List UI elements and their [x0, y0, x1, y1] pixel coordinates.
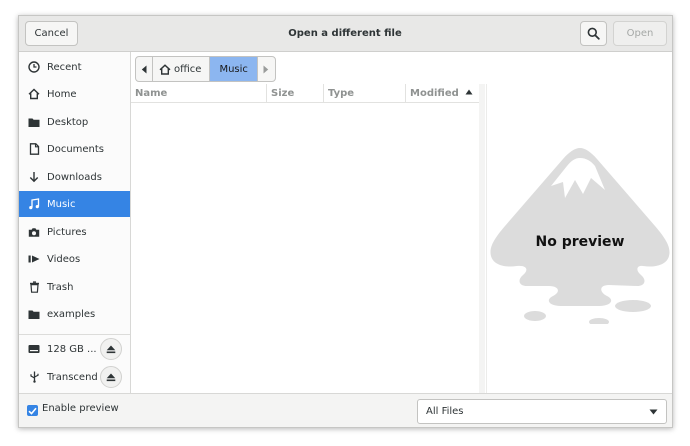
- sidebar-item-videos[interactable]: Videos: [19, 246, 130, 272]
- sidebar-item-label: Home: [47, 88, 77, 100]
- home-icon: [27, 87, 41, 101]
- sidebar-item-label: Recent: [47, 61, 82, 73]
- sort-ascending-icon: [465, 89, 473, 95]
- enable-preview-checkbox[interactable]: [27, 405, 38, 416]
- sidebar-item-recent[interactable]: Recent: [19, 54, 130, 80]
- file-chooser-dialog: Cancel Open a different file Open Recent…: [18, 15, 673, 428]
- music-note-icon: [27, 197, 41, 211]
- sidebar-item-label: Videos: [47, 253, 81, 265]
- path-forward-button[interactable]: [258, 57, 275, 81]
- eject-button[interactable]: [100, 338, 122, 360]
- eject-icon: [106, 373, 116, 381]
- eject-icon: [106, 345, 116, 353]
- path-segment-music[interactable]: Music: [210, 57, 258, 81]
- no-preview-text: No preview: [535, 234, 625, 250]
- column-header-name[interactable]: Name: [131, 84, 267, 103]
- sidebar-item-downloads[interactable]: Downloads: [19, 164, 130, 190]
- preview-pane: No preview: [486, 84, 672, 393]
- path-bar: office Music: [135, 56, 276, 82]
- footer-bar: Enable preview All Files: [19, 393, 672, 427]
- sidebar-item-transcend[interactable]: Transcend: [19, 364, 130, 390]
- download-icon: [27, 170, 41, 184]
- path-back-button[interactable]: [136, 57, 153, 81]
- clock-icon: [27, 60, 41, 74]
- sidebar-item-drive[interactable]: 128 GB ...: [19, 336, 130, 362]
- sidebar-item-label: examples: [47, 308, 96, 320]
- chevron-left-icon: [141, 65, 147, 73]
- chevron-down-icon: [649, 409, 658, 415]
- column-header-type[interactable]: Type: [324, 84, 406, 103]
- sidebar-item-label: Desktop: [47, 116, 89, 128]
- eject-button[interactable]: [100, 366, 122, 388]
- chevron-right-icon: [263, 65, 269, 73]
- sidebar-item-label: Documents: [47, 143, 105, 155]
- camera-icon: [27, 225, 41, 239]
- sidebar-item-trash[interactable]: Trash: [19, 274, 130, 300]
- file-type-filter-select[interactable]: All Files: [417, 399, 667, 424]
- dialog-title: Open a different file: [288, 28, 402, 39]
- search-button[interactable]: [580, 21, 607, 46]
- column-header-size[interactable]: Size: [267, 84, 324, 103]
- sidebar-item-examples[interactable]: examples: [19, 301, 130, 327]
- header-bar: Cancel Open a different file Open: [19, 16, 672, 52]
- column-header-modified[interactable]: Modified: [406, 84, 479, 103]
- path-segment-office[interactable]: office: [153, 57, 211, 81]
- file-list-scrollbar[interactable]: [479, 84, 485, 393]
- sidebar-item-label: Music: [47, 198, 76, 210]
- checkmark-icon: [28, 407, 37, 415]
- folder-icon: [27, 307, 41, 321]
- video-icon: [27, 252, 41, 266]
- sidebar-item-label: Downloads: [47, 171, 102, 183]
- sidebar-item-pictures[interactable]: Pictures: [19, 219, 130, 245]
- places-sidebar: Recent Home Desktop Documents Downloads: [19, 52, 131, 393]
- cancel-button[interactable]: Cancel: [25, 21, 78, 46]
- document-icon: [27, 142, 41, 156]
- enable-preview-label[interactable]: Enable preview: [42, 403, 119, 414]
- open-button[interactable]: Open: [613, 21, 667, 46]
- sidebar-item-documents[interactable]: Documents: [19, 136, 130, 162]
- sidebar-item-label: 128 GB ...: [47, 343, 97, 355]
- sidebar-item-desktop[interactable]: Desktop: [19, 109, 130, 135]
- sidebar-item-label: Transcend: [47, 371, 98, 383]
- home-icon: [159, 63, 171, 75]
- sidebar-item-home[interactable]: Home: [19, 81, 130, 107]
- file-list[interactable]: Name Size Type Modified: [131, 84, 485, 393]
- column-header-label: Modified: [410, 87, 459, 99]
- path-segment-label: office: [174, 63, 202, 75]
- usb-icon: [27, 370, 41, 384]
- sidebar-separator: [19, 334, 130, 335]
- sidebar-item-label: Pictures: [47, 226, 87, 238]
- drive-icon: [27, 342, 41, 356]
- filter-value: All Files: [426, 406, 464, 417]
- trash-icon: [27, 280, 41, 294]
- folder-icon: [27, 115, 41, 129]
- sidebar-item-music[interactable]: Music: [19, 191, 130, 217]
- sidebar-item-label: Trash: [47, 281, 74, 293]
- search-icon: [587, 27, 600, 40]
